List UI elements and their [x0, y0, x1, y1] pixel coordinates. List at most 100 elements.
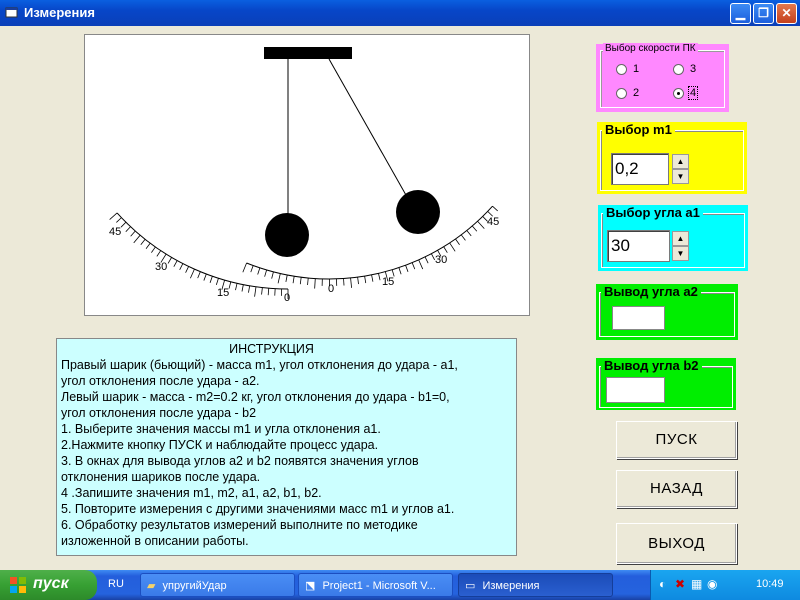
scale-tick [133, 234, 141, 244]
a1-spinner[interactable]: ▲ ▼ [672, 231, 689, 261]
window-icon: ▭ [465, 580, 476, 592]
instruction-line: 1. Выберите значения массы m1 и угла отк… [61, 422, 381, 436]
scale-tick [228, 281, 232, 289]
scale-tick [116, 217, 122, 223]
start-button-taskbar[interactable]: пуск [0, 570, 97, 600]
taskbar-item-folder[interactable]: ▰ упругийУдар [140, 573, 295, 597]
scale-tick [197, 271, 201, 279]
scale-tick [292, 276, 295, 284]
scale-tick [350, 277, 352, 288]
minimize-button[interactable]: ▁ [730, 3, 751, 24]
scale-tick [398, 267, 402, 275]
scale-tick [145, 242, 151, 250]
scale-tick [455, 238, 460, 245]
scale-tick [215, 278, 219, 286]
a1-input[interactable]: 30 [607, 230, 670, 262]
b2-output [606, 377, 665, 403]
scale-tick [271, 271, 274, 279]
scale-tick [173, 260, 178, 267]
scale-tick [364, 276, 367, 284]
scale-tick [242, 262, 247, 273]
scale-tick [254, 286, 257, 297]
scale-arc [116, 212, 289, 290]
scale-tick [443, 246, 448, 253]
volume-icon[interactable]: ◉ [707, 577, 717, 591]
scale-tick [285, 274, 288, 282]
pendulum-panel: 45 30 15 0 0 15 30 45 [84, 34, 530, 316]
scale-tick [477, 220, 485, 229]
radio-circle [616, 64, 627, 75]
scale-tick [156, 250, 162, 257]
instruction-line: угол отклонения после удара - b2 [61, 406, 257, 420]
suspension-bar [264, 47, 352, 59]
close-icon: ✕ [781, 6, 792, 20]
instruction-line: Правый шарик (бьющий) - масса m1, угол о… [61, 358, 458, 372]
instruction-line: 6. Обработку результатов измерений выпол… [61, 518, 418, 532]
m1-legend: Выбор m1 [602, 122, 675, 137]
speed-frame [600, 50, 725, 108]
taskbar-item-vb[interactable]: ⬔ Project1 - Microsoft V... [298, 573, 453, 597]
exit-button[interactable]: ВЫХОД [616, 523, 737, 564]
spin-down-icon[interactable]: ▼ [672, 169, 689, 184]
scale-tick [405, 265, 409, 272]
system-tray: ◐ ✖ ▦ ◉ 10:49 [650, 570, 800, 600]
network-icon[interactable]: ▦ [691, 577, 702, 591]
instruction-line: 3. В окнах для вывода углов а2 и b2 появ… [61, 454, 419, 468]
taskbar-item-measure[interactable]: ▭ Измерения [458, 573, 613, 597]
minimize-icon: ▁ [735, 6, 746, 20]
m1-spinner[interactable]: ▲ ▼ [672, 154, 689, 184]
a1-group: Выбор угла а1 30 ▲ ▼ [598, 205, 748, 271]
antivirus-icon[interactable]: ✖ [675, 577, 685, 591]
scale-label: 45 [109, 226, 121, 238]
scale-tick [241, 284, 244, 292]
start-button[interactable]: ПУСК [616, 421, 737, 459]
a1-legend: Выбор угла а1 [603, 205, 703, 220]
scale-label: 0 [284, 292, 290, 304]
window-icon [5, 7, 18, 18]
tray-icons[interactable]: ◐ [659, 577, 666, 591]
taskbar: пуск RU ▰ упругийУдар ⬔ Project1 - Micro… [0, 570, 800, 600]
back-button[interactable]: НАЗАД [616, 470, 737, 508]
scale-tick [411, 262, 416, 270]
folder-icon: ▰ [147, 580, 156, 592]
maximize-button[interactable]: ❐ [753, 3, 774, 24]
scale-label: 15 [382, 276, 394, 288]
scale-tick [371, 274, 374, 282]
instruction-line: 5. Повторите измерения с другими значени… [61, 502, 455, 516]
instruction-line: изложенной в описании работы. [61, 534, 249, 548]
scale-tick [492, 205, 498, 212]
radio-dot [677, 92, 680, 95]
scale-tick [257, 267, 261, 275]
left-scale [109, 212, 289, 299]
scale-label: 45 [487, 216, 499, 228]
scale-tick [248, 285, 251, 293]
m1-input[interactable]: 0,2 [611, 153, 669, 185]
vb-icon: ⬔ [305, 580, 316, 592]
scale-tick [167, 257, 172, 264]
scale-tick [140, 239, 146, 245]
instruction-line: Левый шарик - масса - m2=0.2 кг, угол от… [61, 390, 450, 404]
windows-logo-icon [10, 577, 26, 593]
close-button[interactable]: ✕ [776, 3, 797, 24]
left-ball [265, 213, 309, 257]
scale-tick [314, 278, 316, 289]
scale-tick [185, 266, 189, 273]
right-ball [396, 190, 440, 234]
scale-tick [299, 277, 302, 285]
spin-up-icon[interactable]: ▲ [672, 231, 689, 246]
a2-legend: Вывод угла а2 [601, 284, 701, 299]
instruction-line: угол отклонения после удара - а2. [61, 374, 260, 388]
spin-up-icon[interactable]: ▲ [672, 154, 689, 169]
scale-tick [424, 256, 429, 264]
radio-circle-selected [673, 88, 684, 99]
language-indicator[interactable]: RU [108, 578, 124, 590]
scale-tick [471, 225, 478, 232]
instruction-panel: ИНСТРУКЦИЯ Правый шарик (бьющий) - масса… [56, 338, 517, 556]
spin-down-icon[interactable]: ▼ [672, 246, 689, 261]
speed-group: Выбор скорости ПК 1 3 2 4 [596, 43, 729, 112]
scale-tick [460, 234, 466, 241]
radio-circle [616, 88, 627, 99]
scale-tick [151, 246, 156, 253]
speed-legend: Выбор скорости ПК [603, 43, 698, 54]
scale-tick [357, 277, 359, 285]
